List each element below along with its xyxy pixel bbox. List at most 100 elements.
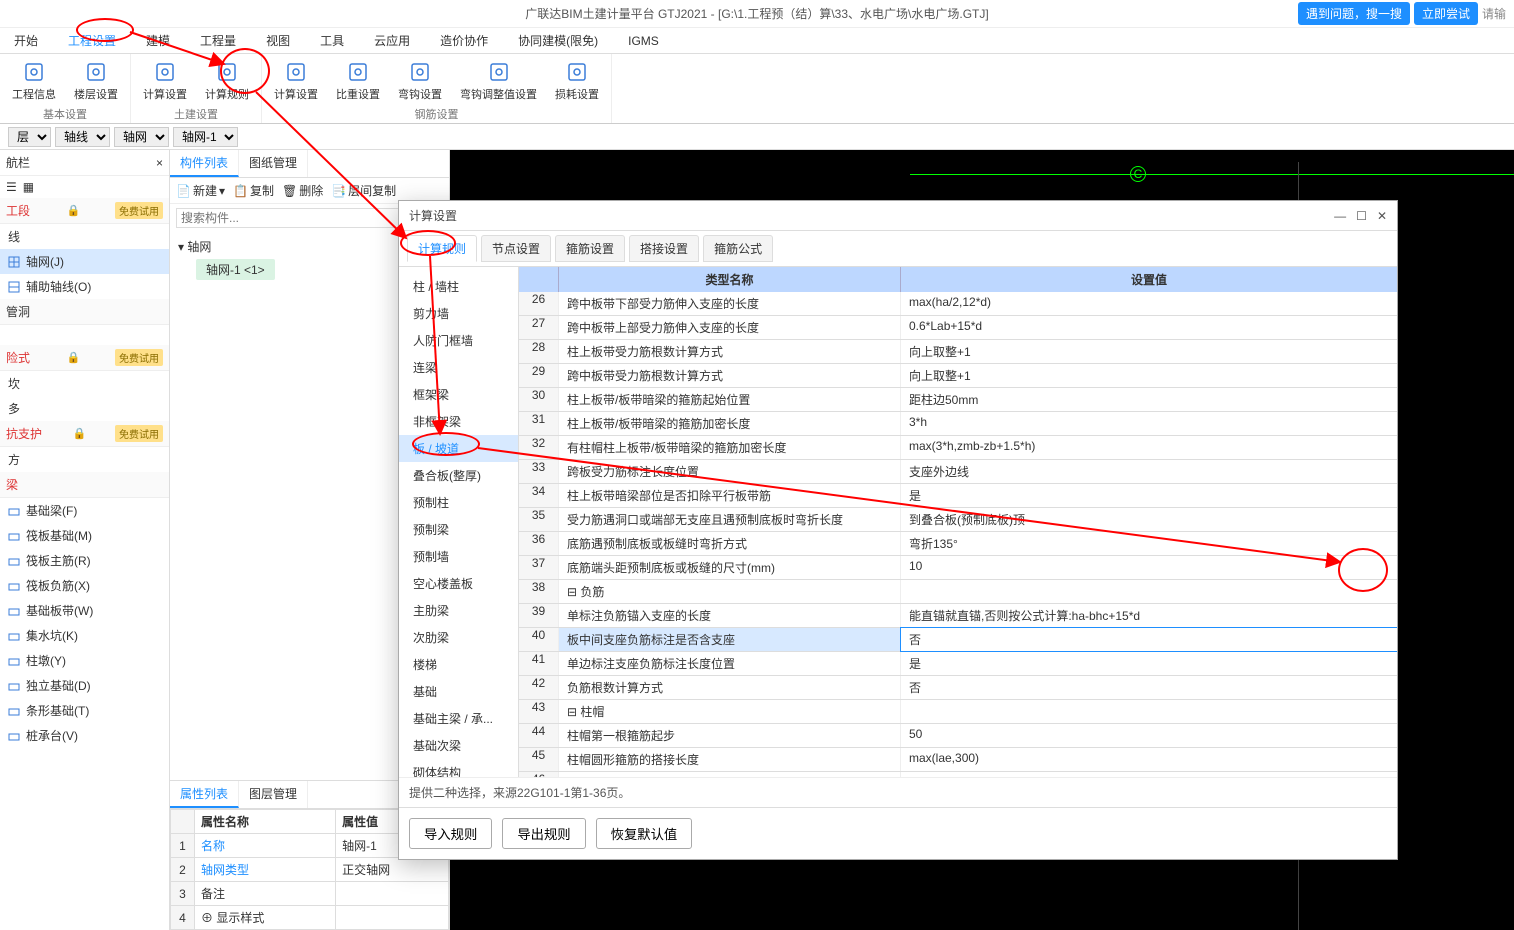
dlg-side-18[interactable]: 砌体结构 (399, 759, 518, 777)
row-value[interactable] (901, 580, 1397, 603)
try-now-button[interactable]: 立即尝试 (1414, 2, 1478, 25)
menu-3[interactable]: 工程量 (194, 29, 242, 52)
row-value[interactable]: 0.6*Lab+15*d (901, 316, 1397, 339)
dlg-side-4[interactable]: 框架梁 (399, 381, 518, 408)
dlg-side-2[interactable]: 人防门框墙 (399, 327, 518, 354)
grid-row-32[interactable]: 32有柱帽柱上板带/板带暗梁的箍筋加密长度max(3*h,zmb-zb+1.5*… (519, 436, 1397, 460)
dlg-side-6[interactable]: 板 / 坡道 (399, 435, 518, 462)
row-value[interactable]: 否 (901, 628, 1397, 651)
row-value[interactable]: 3*h (901, 412, 1397, 435)
grid-type-select[interactable]: 轴网 (114, 127, 169, 147)
nav-item-fuzhuzhouxian[interactable]: 辅助轴线(O) (0, 274, 169, 299)
grid-row-27[interactable]: 27跨中板带上部受力筋伸入支座的长度0.6*Lab+15*d (519, 316, 1397, 340)
ribbon-civil-1[interactable]: 计算规则 (199, 56, 255, 106)
new-button[interactable]: 📄 新建 ▾ (176, 182, 225, 199)
grid-row-41[interactable]: 41单边标注支座负筋标注长度位置是 (519, 652, 1397, 676)
grid-row-26[interactable]: 26跨中板带下部受力筋伸入支座的长度max(ha/2,12*d) (519, 292, 1397, 316)
dlg-side-16[interactable]: 基础主梁 / 承... (399, 705, 518, 732)
dlg-tab-4[interactable]: 箍筋公式 (703, 235, 773, 262)
nav-item-xian[interactable]: 线 (0, 224, 169, 249)
nav-foundation-0[interactable]: 基础梁(F) (0, 498, 169, 523)
nav-foundation-7[interactable]: 独立基础(D) (0, 673, 169, 698)
row-value[interactable]: 是 (901, 484, 1397, 507)
row-value[interactable]: 50 (901, 724, 1397, 747)
nav-item-kan[interactable]: 坎 (0, 371, 169, 396)
grid-row-34[interactable]: 34柱上板带暗梁部位是否扣除平行板带筋是 (519, 484, 1397, 508)
row-value[interactable]: 支座外边线 (901, 460, 1397, 483)
layer-select[interactable]: 层 (8, 127, 51, 147)
tab-prop-list[interactable]: 属性列表 (170, 781, 239, 808)
nav-foundation-8[interactable]: 条形基础(T) (0, 698, 169, 723)
layer-copy-button[interactable]: 📑 层间复制 (331, 182, 396, 199)
menu-9[interactable]: IGMS (622, 31, 665, 51)
grid-row-33[interactable]: 33跨板受力筋标注长度位置支座外边线 (519, 460, 1397, 484)
dlg-side-15[interactable]: 基础 (399, 678, 518, 705)
prop-name[interactable]: ⊕ 显示样式 (195, 906, 336, 930)
row-value[interactable]: 向上取整+1 (901, 364, 1397, 387)
ribbon-basic-0[interactable]: 工程信息 (6, 56, 62, 106)
nav-grid-icon[interactable]: ▦ (23, 180, 34, 194)
row-value[interactable]: 否 (901, 676, 1397, 699)
nav-sec-liang[interactable]: 梁 (6, 476, 18, 493)
dlg-tab-2[interactable]: 箍筋设置 (555, 235, 625, 262)
row-value[interactable]: 弯折135° (901, 532, 1397, 555)
row-value[interactable]: 距柱边50mm (901, 388, 1397, 411)
menu-8[interactable]: 协同建模(限免) (512, 29, 604, 52)
grid-row-39[interactable]: 39单标注负筋锚入支座的长度能直锚就直锚,否则按公式计算:ha-bhc+15*d (519, 604, 1397, 628)
dlg-tab-3[interactable]: 搭接设置 (629, 235, 699, 262)
prop-name[interactable]: 备注 (195, 882, 336, 906)
grid-row-28[interactable]: 28柱上板带受力筋根数计算方式向上取整+1 (519, 340, 1397, 364)
row-value[interactable]: 向上取整+1 (901, 340, 1397, 363)
row-value[interactable]: 到叠合板(预制底板)顶 (901, 508, 1397, 531)
nav-close-icon[interactable]: × (156, 156, 163, 170)
prop-name[interactable]: 轴网类型 (195, 858, 336, 882)
ribbon-rebar-3[interactable]: 弯钩调整值设置 (454, 56, 543, 106)
row-value[interactable]: 10 (901, 556, 1397, 579)
dlg-side-14[interactable]: 楼梯 (399, 651, 518, 678)
ribbon-basic-1[interactable]: 楼层设置 (68, 56, 124, 106)
prop-value[interactable] (336, 906, 449, 930)
dlg-tab-1[interactable]: 节点设置 (481, 235, 551, 262)
grid-row-44[interactable]: 44柱帽第一根箍筋起步50 (519, 724, 1397, 748)
copy-button[interactable]: 📋 复制 (233, 182, 274, 199)
dlg-side-10[interactable]: 预制墙 (399, 543, 518, 570)
menu-4[interactable]: 视图 (260, 29, 296, 52)
row-value[interactable]: max(3*h,zmb-zb+1.5*h) (901, 436, 1397, 459)
delete-button[interactable]: 🗑 删除 (282, 182, 323, 199)
nav-foundation-6[interactable]: 柱墩(Y) (0, 648, 169, 673)
nav-item-zhouwang[interactable]: 轴网(J) (0, 249, 169, 274)
dlg-side-17[interactable]: 基础次梁 (399, 732, 518, 759)
nav-foundation-9[interactable]: 桩承台(V) (0, 723, 169, 748)
axis-select[interactable]: 轴线 (55, 127, 110, 147)
nav-item-fang[interactable]: 方 (0, 447, 169, 472)
tab-drawing-mgmt[interactable]: 图纸管理 (239, 150, 308, 177)
menu-7[interactable]: 造价协作 (434, 29, 494, 52)
close-icon[interactable]: ✕ (1377, 209, 1387, 223)
grid-row-30[interactable]: 30柱上板带/板带暗梁的箍筋起始位置距柱边50mm (519, 388, 1397, 412)
nav-foundation-1[interactable]: 筏板基础(M) (0, 523, 169, 548)
dlg-side-3[interactable]: 连梁 (399, 354, 518, 381)
grid-row-40[interactable]: 40板中间支座负筋标注是否含支座否 (519, 628, 1397, 652)
grid-row-29[interactable]: 29跨中板带受力筋根数计算方式向上取整+1 (519, 364, 1397, 388)
nav-list-icon[interactable]: ☰ (6, 180, 17, 194)
dlg-side-13[interactable]: 次肋梁 (399, 624, 518, 651)
restore-default-button[interactable]: 恢复默认值 (596, 818, 693, 849)
menu-1[interactable]: 工程设置 (62, 29, 122, 52)
nav-sec-kangzhihu[interactable]: 抗支护 (6, 425, 42, 442)
dlg-side-8[interactable]: 预制柱 (399, 489, 518, 516)
row-value[interactable]: max(ha/2,12*d) (901, 292, 1397, 315)
maximize-icon[interactable]: ☐ (1356, 209, 1367, 223)
menu-5[interactable]: 工具 (314, 29, 350, 52)
nav-foundation-5[interactable]: 集水坑(K) (0, 623, 169, 648)
export-rules-button[interactable]: 导出规则 (502, 818, 585, 849)
menu-6[interactable]: 云应用 (368, 29, 416, 52)
dlg-side-1[interactable]: 剪力墙 (399, 300, 518, 327)
grid-row-37[interactable]: 37底筋端头距预制底板或板缝的尺寸(mm)10 (519, 556, 1397, 580)
menu-0[interactable]: 开始 (8, 29, 44, 52)
grid-row-43[interactable]: 43⊟ 柱帽 (519, 700, 1397, 724)
row-value[interactable]: 是 (901, 652, 1397, 675)
prop-value[interactable] (336, 882, 449, 906)
grid-row-35[interactable]: 35受力筋遇洞口或端部无支座且遇预制底板时弯折长度到叠合板(预制底板)顶 (519, 508, 1397, 532)
nav-foundation-3[interactable]: 筏板负筋(X) (0, 573, 169, 598)
import-rules-button[interactable]: 导入规则 (409, 818, 492, 849)
